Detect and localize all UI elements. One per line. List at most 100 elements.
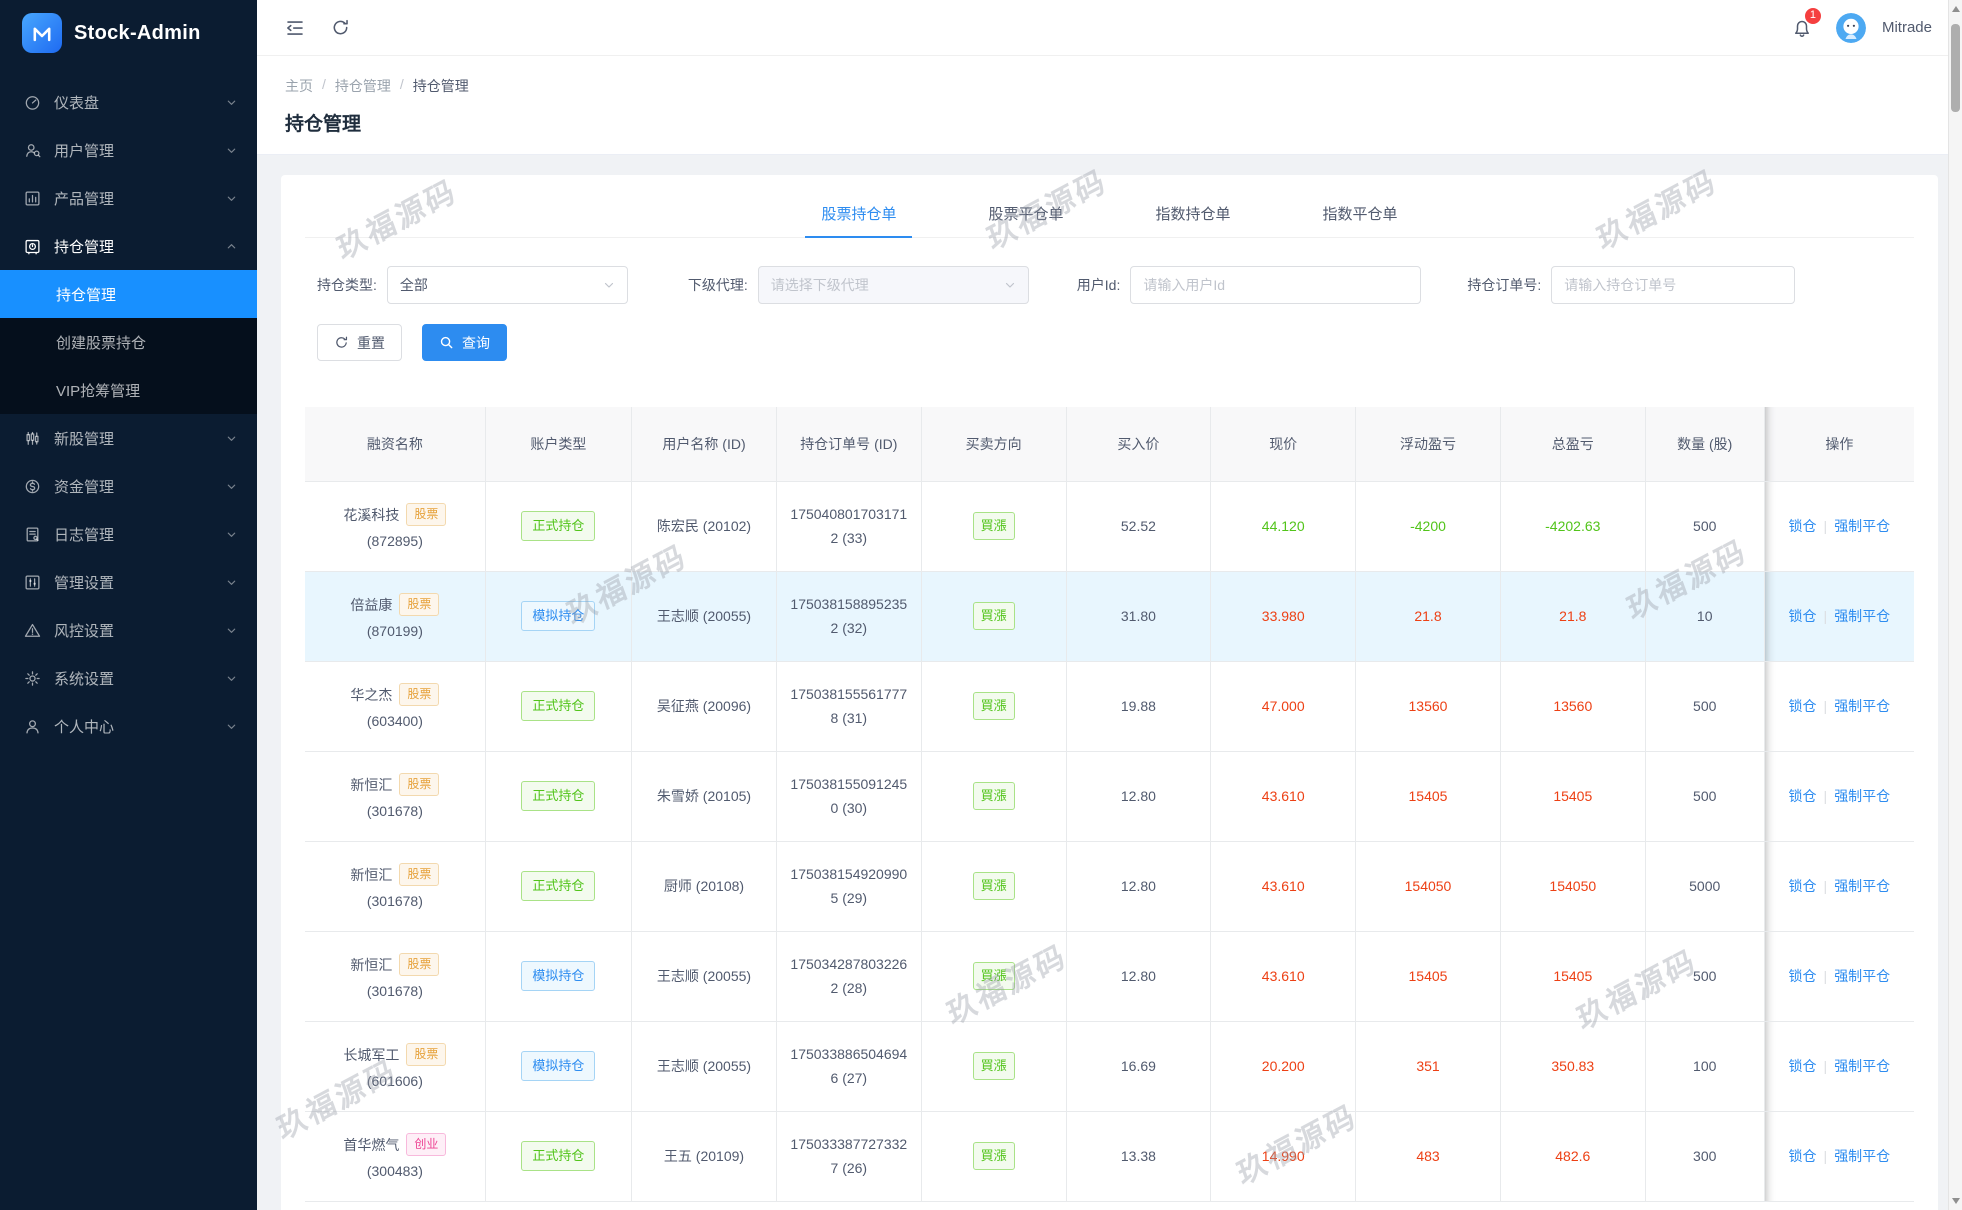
page-header: 主页 / 持仓管理 / 持仓管理 持仓管理 bbox=[257, 56, 1962, 155]
reset-button[interactable]: 重置 bbox=[317, 324, 402, 361]
chevron-down-icon bbox=[226, 193, 237, 204]
sidebar-subitem-create-stock-position[interactable]: 创建股票持仓 bbox=[0, 318, 257, 366]
force-close-link[interactable]: 强制平仓 bbox=[1834, 788, 1890, 804]
reset-button-label: 重置 bbox=[357, 333, 385, 353]
force-close-link[interactable]: 强制平仓 bbox=[1834, 518, 1890, 534]
lock-position-link[interactable]: 锁仓 bbox=[1789, 968, 1817, 984]
cell-order-no: 1750381549209905 (29) bbox=[776, 841, 921, 931]
scroll-up-arrow[interactable] bbox=[1952, 6, 1960, 12]
action-separator: | bbox=[1824, 878, 1828, 894]
lock-position-link[interactable]: 锁仓 bbox=[1789, 788, 1817, 804]
tab-股票平仓单[interactable]: 股票平仓单 bbox=[972, 191, 1079, 237]
scroll-down-arrow[interactable] bbox=[1952, 1198, 1960, 1204]
cell-account-type: 正式持仓 bbox=[485, 1111, 631, 1201]
lock-position-link[interactable]: 锁仓 bbox=[1789, 1148, 1817, 1164]
total-pl: 350.83 bbox=[1551, 1058, 1594, 1074]
stock-name: 新恒汇 bbox=[350, 775, 392, 795]
order-no: 1750381588952352 (32) bbox=[787, 592, 911, 641]
content: 股票持仓单股票平仓单指数持仓单指数平仓单 持仓类型: 全部 下级代理: 请选择下… bbox=[257, 155, 1962, 1210]
sidebar-item-new-stocks[interactable]: 新股管理 bbox=[0, 414, 257, 462]
total-pl: 482.6 bbox=[1555, 1148, 1590, 1164]
sidebar-item-products[interactable]: 产品管理 bbox=[0, 174, 257, 222]
table-header-cell: 融资名称 bbox=[305, 407, 485, 481]
lock-position-link[interactable]: 锁仓 bbox=[1789, 698, 1817, 714]
cell-float-pl: 15405 bbox=[1356, 751, 1501, 841]
force-close-link[interactable]: 强制平仓 bbox=[1834, 608, 1890, 624]
table-row: 倍益康股票(870199)模拟持仓王志顺 (20055)175038158895… bbox=[305, 571, 1914, 661]
force-close-link[interactable]: 强制平仓 bbox=[1834, 698, 1890, 714]
notification-badge: 1 bbox=[1804, 7, 1822, 25]
force-close-link[interactable]: 强制平仓 bbox=[1834, 1148, 1890, 1164]
sidebar-item-risk-settings[interactable]: 风控设置 bbox=[0, 606, 257, 654]
force-close-link[interactable]: 强制平仓 bbox=[1834, 1058, 1890, 1074]
person-icon bbox=[24, 718, 42, 735]
sidebar-item-logs[interactable]: 日志管理 bbox=[0, 510, 257, 558]
cell-current-price: 43.610 bbox=[1211, 841, 1356, 931]
breadcrumb-home[interactable]: 主页 bbox=[285, 76, 313, 96]
app-logo-icon bbox=[22, 13, 62, 53]
force-close-link[interactable]: 强制平仓 bbox=[1834, 878, 1890, 894]
lock-position-link[interactable]: 锁仓 bbox=[1789, 608, 1817, 624]
account-type-tag: 模拟持仓 bbox=[521, 1051, 595, 1081]
breadcrumb-position-management[interactable]: 持仓管理 bbox=[335, 76, 391, 96]
table-row: 新恒汇股票(301678)正式持仓厨师 (20108)1750381549209… bbox=[305, 841, 1914, 931]
sidebar-item-funds[interactable]: 资金管理 bbox=[0, 462, 257, 510]
control-panel-icon bbox=[24, 574, 42, 591]
stock-type-tag: 股票 bbox=[399, 863, 439, 885]
name-line: 新恒汇股票 bbox=[315, 773, 475, 795]
avatar[interactable] bbox=[1836, 13, 1866, 43]
current-price: 20.200 bbox=[1262, 1058, 1305, 1074]
search-button[interactable]: 查询 bbox=[422, 324, 507, 361]
action-separator: | bbox=[1824, 608, 1828, 624]
tab-指数平仓单[interactable]: 指数平仓单 bbox=[1307, 191, 1414, 237]
sidebar-item-label: 仪表盘 bbox=[54, 92, 226, 113]
order-no-label: 持仓订单号: bbox=[1467, 275, 1541, 295]
sidebar-item-system-settings[interactable]: 系统设置 bbox=[0, 654, 257, 702]
topbar: 1 Mitrade bbox=[257, 0, 1962, 56]
lock-position-link[interactable]: 锁仓 bbox=[1789, 878, 1817, 894]
cell-actions: 锁仓|强制平仓 bbox=[1764, 751, 1914, 841]
sidebar-item-dashboard[interactable]: 仪表盘 bbox=[0, 78, 257, 126]
account-type-tag: 正式持仓 bbox=[521, 781, 595, 811]
sidebar-item-users[interactable]: 用户管理 bbox=[0, 126, 257, 174]
account-type-tag: 模拟持仓 bbox=[521, 601, 595, 631]
tab-股票持仓单[interactable]: 股票持仓单 bbox=[805, 191, 912, 237]
lock-position-link[interactable]: 锁仓 bbox=[1789, 1058, 1817, 1074]
collapse-sidebar-button[interactable] bbox=[285, 18, 305, 38]
action-separator: | bbox=[1824, 968, 1828, 984]
lock-position-link[interactable]: 锁仓 bbox=[1789, 518, 1817, 534]
scrollbar[interactable] bbox=[1948, 0, 1962, 1210]
agent-select[interactable]: 请选择下级代理 bbox=[758, 266, 1029, 304]
cell-float-pl: -4200 bbox=[1356, 481, 1501, 571]
sidebar-item-positions[interactable]: 持仓管理 bbox=[0, 222, 257, 270]
cell-total-pl: 350.83 bbox=[1500, 1021, 1645, 1111]
direction-tag: 買漲 bbox=[973, 602, 1015, 630]
notification-bell[interactable]: 1 bbox=[1792, 18, 1812, 38]
scrollbar-thumb[interactable] bbox=[1951, 24, 1960, 112]
table-header-cell: 现价 bbox=[1211, 407, 1356, 481]
force-close-link[interactable]: 强制平仓 bbox=[1834, 968, 1890, 984]
username[interactable]: Mitrade bbox=[1882, 19, 1932, 36]
page-title: 持仓管理 bbox=[285, 109, 1962, 136]
cell-direction: 買漲 bbox=[921, 1021, 1066, 1111]
chevron-down-icon bbox=[226, 433, 237, 444]
order-no-input[interactable] bbox=[1552, 267, 1794, 303]
account-type-tag: 正式持仓 bbox=[521, 511, 595, 541]
tab-指数持仓单[interactable]: 指数持仓单 bbox=[1140, 191, 1247, 237]
chevron-down-icon bbox=[226, 577, 237, 588]
direction-tag: 買漲 bbox=[973, 512, 1015, 540]
user-id-input[interactable] bbox=[1131, 267, 1420, 303]
cell-current-price: 14.990 bbox=[1211, 1111, 1356, 1201]
sidebar-subitem-position-manage[interactable]: 持仓管理 bbox=[0, 270, 257, 318]
sidebar-item-profile[interactable]: 个人中心 bbox=[0, 702, 257, 750]
order-no: 1750342878032262 (28) bbox=[787, 952, 911, 1001]
position-type-select[interactable]: 全部 bbox=[387, 266, 628, 304]
cell-current-price: 43.610 bbox=[1211, 931, 1356, 1021]
sidebar-item-admin-settings[interactable]: 管理设置 bbox=[0, 558, 257, 606]
cell-user: 吴征燕 (20096) bbox=[632, 661, 777, 751]
cell-total-pl: 154050 bbox=[1500, 841, 1645, 931]
refresh-button[interactable] bbox=[331, 18, 350, 37]
cell-current-price: 33.980 bbox=[1211, 571, 1356, 661]
main-area: 1 Mitrade 主页 / 持仓管理 / 持仓管理 持仓管理 股票持仓单 股票平… bbox=[257, 0, 1962, 1210]
sidebar-subitem-vip-chips[interactable]: VIP抢筹管理 bbox=[0, 366, 257, 414]
